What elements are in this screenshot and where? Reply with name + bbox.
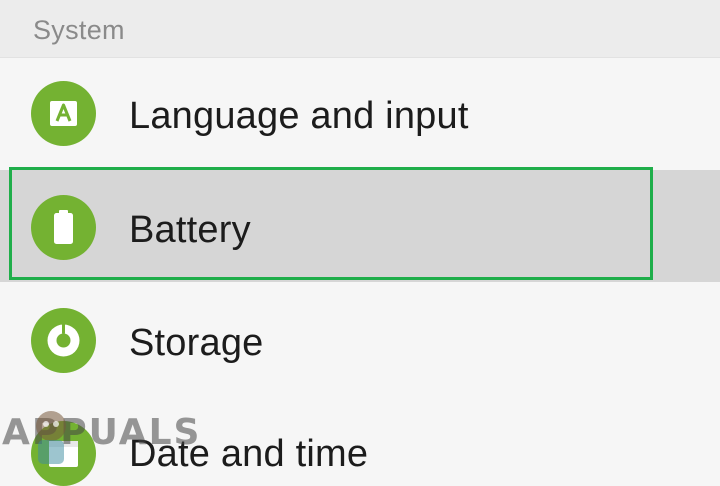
settings-item-label: Storage bbox=[129, 322, 264, 364]
section-title: System bbox=[33, 15, 125, 45]
settings-item-language-and-input[interactable]: Language and input bbox=[0, 58, 720, 170]
battery-icon bbox=[31, 195, 96, 260]
system-section-header: System bbox=[0, 0, 720, 58]
language-input-icon bbox=[31, 81, 96, 146]
settings-item-storage[interactable]: Storage bbox=[0, 283, 720, 395]
settings-item-label: Battery bbox=[129, 209, 251, 251]
storage-icon bbox=[31, 308, 96, 373]
settings-item-label: Date and time bbox=[129, 433, 369, 475]
settings-item-label: Language and input bbox=[129, 95, 469, 137]
settings-item-battery[interactable]: Battery bbox=[0, 170, 720, 282]
settings-item-date-and-time[interactable]: Date and time bbox=[0, 395, 720, 486]
date-time-icon bbox=[31, 421, 96, 486]
